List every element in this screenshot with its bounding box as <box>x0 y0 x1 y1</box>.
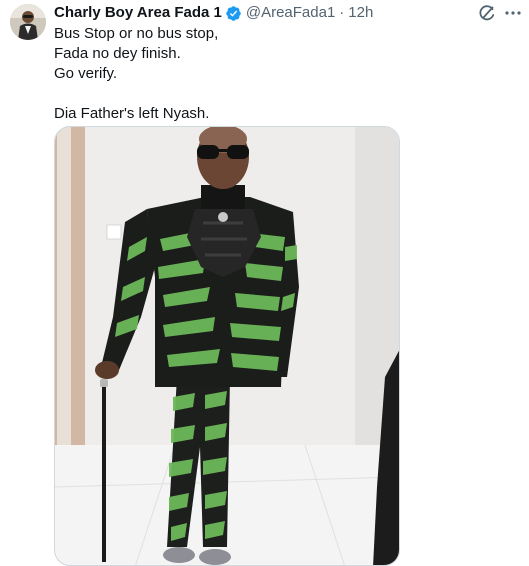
tweet-header: Charly Boy Area Fada 1 @AreaFada1 · 12h <box>54 3 373 23</box>
tweet-photo[interactable] <box>54 126 400 566</box>
tweet-text-line: Fada no dey finish. <box>54 45 181 62</box>
author-name[interactable]: Charly Boy Area Fada 1 <box>54 3 222 23</box>
header-separator: · <box>339 4 345 21</box>
tweet-text-line: Bus Stop or no bus stop, <box>54 25 219 42</box>
tweet: Charly Boy Area Fada 1 @AreaFada1 · 12h … <box>0 0 529 566</box>
author-handle[interactable]: @AreaFada1 <box>246 3 335 23</box>
grok-icon[interactable] <box>477 3 497 23</box>
tweet-text-line: Go verify. <box>54 65 118 82</box>
more-options-icon[interactable] <box>503 3 523 23</box>
tweet-timestamp[interactable]: 12h <box>348 3 373 23</box>
tweet-text: Bus Stop or no bus stop, Fada no dey fin… <box>54 24 474 124</box>
verified-badge-icon <box>225 5 242 22</box>
tweet-text-line: Dia Father's left Nyash. <box>54 105 210 122</box>
author-avatar[interactable] <box>10 4 46 40</box>
